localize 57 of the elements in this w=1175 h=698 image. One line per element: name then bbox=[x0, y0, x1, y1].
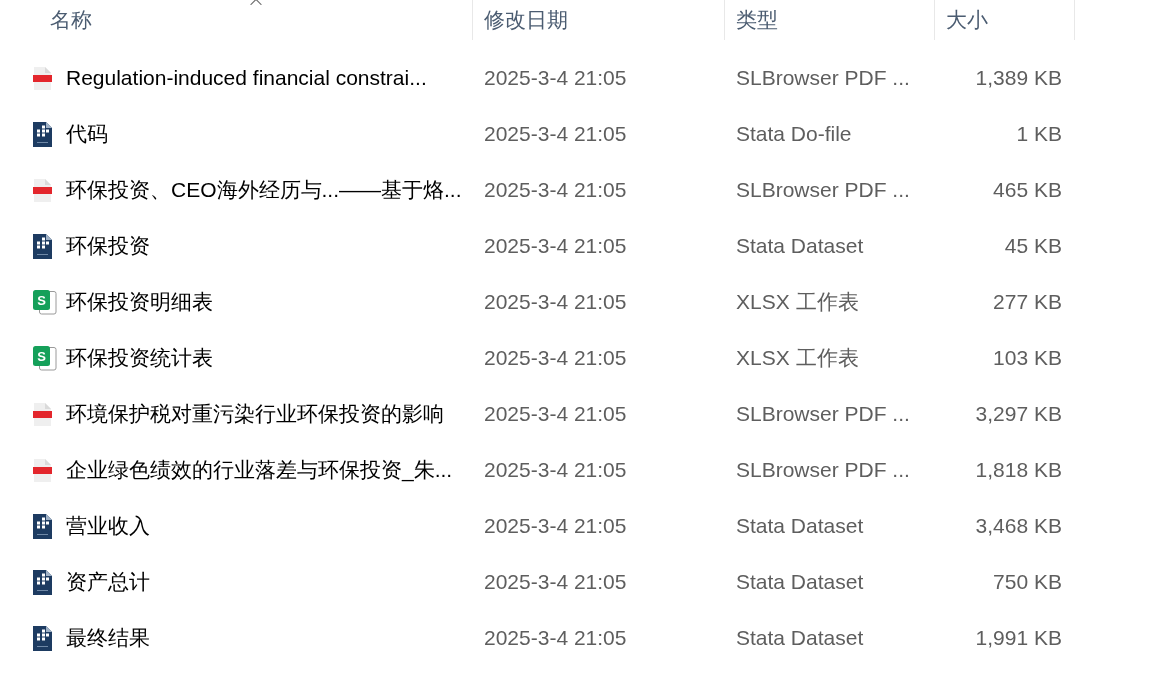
file-type: Stata Dataset bbox=[736, 234, 864, 258]
file-size: 1,991 KB bbox=[975, 625, 1062, 652]
modified-date: 2025-3-4 21:05 bbox=[484, 458, 627, 482]
file-name[interactable]: 环保投资、CEO海外经历与...——基于烙... bbox=[66, 174, 462, 206]
column-header[interactable]: 类型 bbox=[725, 0, 935, 40]
column-header[interactable]: 名称 bbox=[0, 0, 473, 40]
data-file-icon bbox=[33, 569, 52, 595]
file-type: SLBrowser PDF ... bbox=[736, 66, 910, 90]
modified-date: 2025-3-4 21:05 bbox=[484, 290, 627, 314]
file-type: XLSX 工作表 bbox=[736, 346, 859, 370]
data-file-icon bbox=[33, 121, 52, 147]
file-size: 103 KB bbox=[993, 345, 1062, 372]
file-name[interactable]: 营业收入 bbox=[66, 510, 150, 542]
column-header[interactable]: 大小 bbox=[935, 0, 1075, 40]
file-type: SLBrowser PDF ... bbox=[736, 458, 910, 482]
file-size: 3,468 KB bbox=[975, 513, 1062, 540]
file-type: Stata Dataset bbox=[736, 626, 864, 650]
column-header[interactable]: 修改日期 bbox=[473, 0, 725, 40]
data-file-icon bbox=[33, 233, 52, 259]
modified-date: 2025-3-4 21:05 bbox=[484, 570, 627, 594]
file-type: SLBrowser PDF ... bbox=[736, 402, 910, 426]
pdf-file-icon bbox=[33, 178, 52, 202]
file-size: 277 KB bbox=[993, 289, 1062, 316]
file-name[interactable]: 资产总计 bbox=[66, 566, 150, 598]
file-size: 45 KB bbox=[1004, 233, 1062, 260]
file-name[interactable]: 企业绿色绩效的行业落差与环保投资_朱... bbox=[66, 454, 453, 486]
file-type: Stata Dataset bbox=[736, 514, 864, 538]
file-size: 1,389 KB bbox=[975, 65, 1062, 92]
file-type: XLSX 工作表 bbox=[736, 290, 859, 314]
data-file-icon bbox=[33, 625, 52, 651]
file-name[interactable]: 环境保护税对重污染行业环保投资的影响 bbox=[66, 398, 444, 430]
pdf-file-icon bbox=[33, 66, 52, 90]
file-name[interactable]: 环保投资统计表 bbox=[66, 342, 213, 374]
modified-date: 2025-3-4 21:05 bbox=[484, 66, 627, 90]
file-size: 3,297 KB bbox=[975, 401, 1062, 428]
modified-date: 2025-3-4 21:05 bbox=[484, 626, 627, 650]
modified-date: 2025-3-4 21:05 bbox=[484, 234, 627, 258]
file-size: 465 KB bbox=[993, 177, 1062, 204]
modified-date: 2025-3-4 21:05 bbox=[484, 122, 627, 146]
file-name[interactable]: 最终结果 bbox=[66, 622, 150, 654]
file-size: 750 KB bbox=[993, 569, 1062, 596]
file-name[interactable]: Regulation-induced financial constrai... bbox=[66, 62, 427, 94]
modified-date: 2025-3-4 21:05 bbox=[484, 178, 627, 202]
file-size: 1,818 KB bbox=[975, 457, 1062, 484]
file-name[interactable]: 环保投资明细表 bbox=[66, 286, 213, 318]
pdf-file-icon bbox=[33, 402, 52, 426]
modified-date: 2025-3-4 21:05 bbox=[484, 514, 627, 538]
file-name[interactable]: 环保投资 bbox=[66, 230, 150, 262]
modified-date: 2025-3-4 21:05 bbox=[484, 402, 627, 426]
file-size: 1 KB bbox=[1016, 121, 1062, 148]
pdf-file-icon bbox=[33, 458, 52, 482]
file-type: Stata Dataset bbox=[736, 570, 864, 594]
file-type: Stata Do-file bbox=[736, 122, 852, 146]
data-file-icon bbox=[33, 513, 52, 539]
modified-date: 2025-3-4 21:05 bbox=[484, 346, 627, 370]
file-type: SLBrowser PDF ... bbox=[736, 178, 910, 202]
file-name[interactable]: 代码 bbox=[66, 118, 108, 150]
